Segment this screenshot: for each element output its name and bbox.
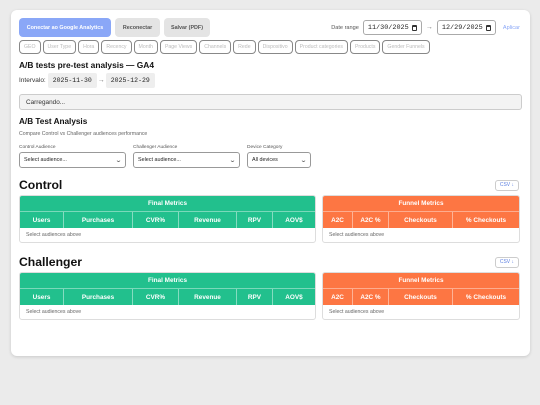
challenger-tables: Final Metrics Users Purchases CVR% Reven… bbox=[19, 272, 522, 320]
device-category-value: All devices bbox=[252, 157, 278, 163]
control-final-metrics-table: Final Metrics Users Purchases CVR% Reven… bbox=[19, 195, 316, 243]
control-audience-select[interactable]: Select audience... ⌄ bbox=[19, 152, 126, 168]
apply-button[interactable]: Aplicar bbox=[503, 25, 520, 31]
col-aov[interactable]: AOV$ bbox=[273, 289, 315, 305]
col-purchases[interactable]: Purchases bbox=[64, 212, 133, 228]
date-end-input[interactable]: 12/29/2025 bbox=[436, 20, 496, 35]
chip-recency[interactable]: Recency bbox=[101, 40, 132, 54]
col-a2c[interactable]: A2C bbox=[323, 212, 353, 228]
reconnect-button[interactable]: Reconectar bbox=[115, 18, 160, 37]
funnel-metrics-empty: Select audiences above bbox=[329, 232, 385, 238]
chip-geo[interactable]: GEO bbox=[19, 40, 41, 54]
funnel-metrics-header: Funnel Metrics bbox=[323, 273, 519, 288]
device-category-select[interactable]: All devices ⌄ bbox=[247, 152, 311, 168]
col-aov[interactable]: AOV$ bbox=[273, 212, 315, 228]
ab-title: A/B Test Analysis bbox=[19, 117, 88, 126]
toolbar: Conectar ao Google Analytics Reconectar … bbox=[19, 18, 522, 37]
final-metrics-empty: Select audiences above bbox=[26, 309, 82, 315]
funnel-metrics-empty: Select audiences above bbox=[329, 309, 385, 315]
chip-products[interactable]: Products bbox=[349, 40, 381, 54]
chip-dispositivo[interactable]: Dispositivo bbox=[257, 40, 293, 54]
funnel-metrics-columns: A2C A2C % Checkouts % Checkouts bbox=[323, 211, 519, 228]
date-start-value: 11/30/2025 bbox=[367, 23, 409, 32]
calendar-icon bbox=[485, 24, 491, 31]
control-audience-label: Control Audience bbox=[19, 145, 56, 150]
date-end-value: 12/29/2025 bbox=[441, 23, 483, 32]
col-checkouts-pct[interactable]: % Checkouts bbox=[453, 212, 519, 228]
chevron-down-icon: ⌄ bbox=[299, 157, 308, 164]
col-a2c-pct[interactable]: A2C % bbox=[353, 212, 389, 228]
analysis-title: A/B tests pre-test analysis — GA4 bbox=[19, 60, 154, 70]
challenger-audience-select[interactable]: Select audience... ⌄ bbox=[133, 152, 240, 168]
interval-end: 2025-12-29 bbox=[105, 73, 155, 88]
audience-filters: Control Audience Select audience... ⌄ Ch… bbox=[19, 145, 522, 168]
main-card: Conectar ao Google Analytics Reconectar … bbox=[11, 10, 530, 356]
save-pdf-button[interactable]: Salvar (PDF) bbox=[164, 18, 210, 37]
connect-ga-button[interactable]: Conectar ao Google Analytics bbox=[19, 18, 111, 37]
challenger-funnel-metrics-table: Funnel Metrics A2C A2C % Checkouts % Che… bbox=[322, 272, 520, 320]
col-rpv[interactable]: RPV bbox=[237, 212, 273, 228]
col-cvr[interactable]: CVR% bbox=[133, 212, 179, 228]
control-funnel-metrics-table: Funnel Metrics A2C A2C % Checkouts % Che… bbox=[322, 195, 520, 243]
chevron-down-icon: ⌄ bbox=[114, 157, 123, 164]
chip-user-type[interactable]: User Type bbox=[42, 40, 77, 54]
chevron-down-icon: ⌄ bbox=[228, 157, 237, 164]
col-a2c[interactable]: A2C bbox=[323, 289, 353, 305]
date-range-label: Date range bbox=[331, 24, 359, 31]
interval-label: Intervalo: bbox=[19, 77, 46, 84]
col-users[interactable]: Users bbox=[20, 212, 64, 228]
control-audience-value: Select audience... bbox=[24, 157, 67, 163]
interval: Intervalo: 2025-11-30 → 2025-12-29 bbox=[19, 73, 522, 88]
col-checkouts-pct[interactable]: % Checkouts bbox=[453, 289, 519, 305]
control-section-header: Control CSV ↓ bbox=[19, 178, 522, 192]
col-users[interactable]: Users bbox=[20, 289, 64, 305]
interval-start: 2025-11-30 bbox=[47, 73, 97, 88]
chip-rede[interactable]: Rede bbox=[233, 40, 256, 54]
control-tables: Final Metrics Users Purchases CVR% Reven… bbox=[19, 195, 522, 243]
calendar-icon bbox=[411, 24, 417, 31]
date-start-input[interactable]: 11/30/2025 bbox=[362, 20, 422, 35]
col-rpv[interactable]: RPV bbox=[237, 289, 273, 305]
chip-hora[interactable]: Hora bbox=[78, 40, 100, 54]
challenger-audience-label: Challenger Audience bbox=[133, 145, 178, 150]
chip-page-views[interactable]: Page Views bbox=[159, 40, 198, 54]
chip-month[interactable]: Month bbox=[133, 40, 158, 54]
challenger-audience-value: Select audience... bbox=[138, 157, 181, 163]
col-a2c-pct[interactable]: A2C % bbox=[353, 289, 389, 305]
challenger-title: Challenger bbox=[19, 255, 82, 269]
challenger-csv-button[interactable]: CSV ↓ bbox=[494, 256, 519, 268]
ab-subtitle: Compare Control vs Challenger audiences … bbox=[19, 131, 148, 137]
arrow-right-icon: → bbox=[97, 77, 105, 84]
challenger-audience-group: Challenger Audience Select audience... ⌄ bbox=[133, 145, 240, 168]
funnel-metrics-header: Funnel Metrics bbox=[323, 196, 519, 211]
col-purchases[interactable]: Purchases bbox=[64, 289, 133, 305]
col-checkouts[interactable]: Checkouts bbox=[389, 289, 453, 305]
chip-product-categories[interactable]: Product categories bbox=[294, 40, 348, 54]
chip-gender-funnels[interactable]: Gender Funnels bbox=[382, 40, 430, 54]
control-title: Control bbox=[19, 178, 63, 192]
device-category-label: Device Category bbox=[247, 145, 283, 150]
final-metrics-header: Final Metrics bbox=[20, 196, 315, 211]
final-metrics-header: Final Metrics bbox=[20, 273, 315, 288]
report-chips: GEO User Type Hora Recency Month Page Vi… bbox=[19, 40, 489, 54]
device-category-group: Device Category All devices ⌄ bbox=[247, 145, 311, 168]
loading-box: Carregando... bbox=[19, 94, 522, 110]
final-metrics-columns: Users Purchases CVR% Revenue RPV AOV$ bbox=[20, 211, 315, 228]
col-revenue[interactable]: Revenue bbox=[179, 289, 237, 305]
final-metrics-empty: Select audiences above bbox=[26, 232, 82, 238]
col-cvr[interactable]: CVR% bbox=[133, 289, 179, 305]
col-revenue[interactable]: Revenue bbox=[179, 212, 237, 228]
date-range: Date range 11/30/2025 → 12/29/2025 Aplic… bbox=[331, 20, 522, 35]
control-audience-group: Control Audience Select audience... ⌄ bbox=[19, 145, 126, 168]
final-metrics-columns: Users Purchases CVR% Revenue RPV AOV$ bbox=[20, 288, 315, 305]
control-csv-button[interactable]: CSV ↓ bbox=[494, 179, 519, 191]
chip-channels[interactable]: Channels bbox=[199, 40, 232, 54]
challenger-final-metrics-table: Final Metrics Users Purchases CVR% Reven… bbox=[19, 272, 316, 320]
col-checkouts[interactable]: Checkouts bbox=[389, 212, 453, 228]
challenger-section-header: Challenger CSV ↓ bbox=[19, 255, 522, 269]
arrow-right-icon: → bbox=[425, 24, 433, 31]
funnel-metrics-columns: A2C A2C % Checkouts % Checkouts bbox=[323, 288, 519, 305]
